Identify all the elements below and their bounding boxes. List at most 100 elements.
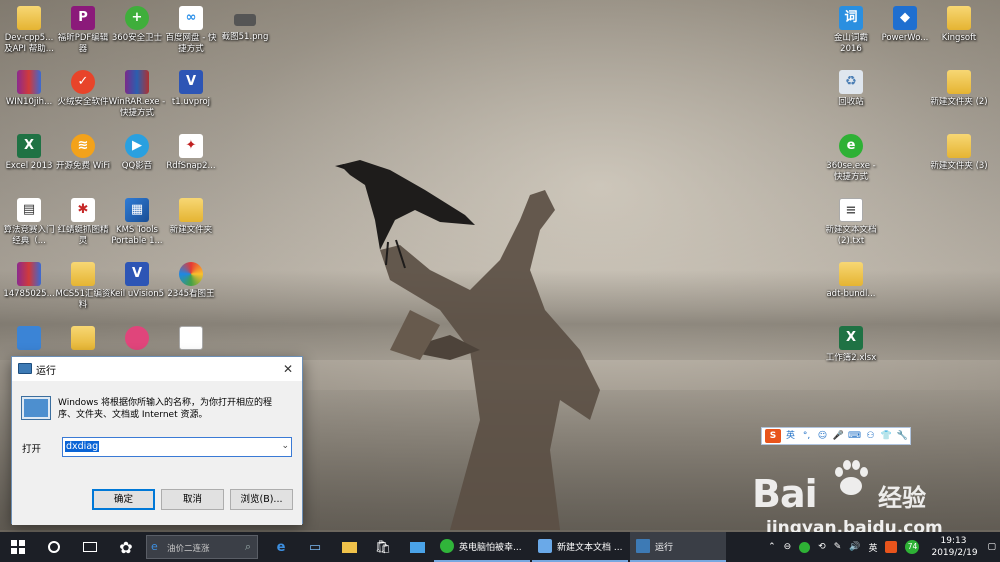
desktop-icon-baidu-netdisk[interactable]: ∞ 百度网盘 - 快捷方式	[162, 6, 220, 55]
image-file-icon	[234, 14, 256, 26]
desktop-icon-kingsoft-folder[interactable]: Kingsoft	[930, 6, 988, 44]
desktop-icon-new-folder-2[interactable]: 新建文件夹 (2)	[930, 70, 988, 108]
desktop-icon-qq-player[interactable]: ▶ QQ影音	[108, 134, 166, 172]
task-label: 新建文本文档 ...	[557, 542, 623, 553]
desktop-icon-keil-uvision5[interactable]: V Keil uVision5	[108, 262, 166, 300]
desktop-icon-new-folder-3[interactable]: 新建文件夹 (3)	[930, 134, 988, 172]
desktop-icon-2345-viewer[interactable]: 2345看图王	[162, 262, 220, 300]
taskbar-computer[interactable]: ▭	[298, 532, 332, 562]
security-badge[interactable]: 74	[905, 540, 920, 554]
keil-project-icon: V	[179, 70, 203, 94]
taskbar-store[interactable]: 🛍	[366, 532, 400, 562]
360-security-icon: +	[125, 6, 149, 30]
clock-date: 2019/2/19	[931, 548, 978, 558]
pen-icon[interactable]: ✎	[834, 542, 842, 552]
chevron-up-icon[interactable]: ⌃	[768, 542, 776, 552]
network-icon[interactable]: ⊖	[784, 542, 792, 552]
start-button[interactable]	[0, 532, 36, 562]
taskbar-pinned-app[interactable]: ✿	[108, 532, 144, 562]
run-dialog-body: Windows 将根据你所输入的名称，为你打开相应的程序、文件夹、文档或 Int…	[12, 381, 302, 525]
desktop-icon-rdfsnap[interactable]: ✦ RdfSnap2...	[162, 134, 220, 172]
run-command-value: dxdiag	[65, 441, 100, 452]
desktop-icon-360se[interactable]: e 360se.exe - 快捷方式	[822, 134, 880, 183]
punctuation-icon[interactable]: °,	[800, 429, 813, 443]
desktop-icon-archive-1478[interactable]: 14785025...	[0, 262, 58, 300]
taskbar-search-box[interactable]: e 油价二连涨 ⌕	[146, 535, 258, 559]
sogou-tray-icon[interactable]	[885, 541, 898, 553]
desktop-icon-algorithm-book[interactable]: ▤ 算法竞赛入门经典（...	[0, 198, 58, 247]
microphone-icon[interactable]: 🎤	[832, 429, 845, 443]
360-browser-icon: e	[839, 134, 863, 158]
ime-mode-toggle[interactable]: 英	[784, 429, 797, 443]
desktop-icon-mcs51[interactable]: MCS51汇编资料	[54, 262, 112, 311]
browse-button[interactable]: 浏览(B)...	[230, 489, 293, 510]
desktop-icon-dragonfly-capture[interactable]: ✱ 红蜻蜓抓图精灵	[54, 198, 112, 247]
360-tray-icon[interactable]	[799, 541, 811, 553]
huorong-icon: ✓	[71, 70, 95, 94]
desktop-icon-free-wifi[interactable]: ≋ 开源免费 WiFi	[54, 134, 112, 172]
desktop-icon-hidden-3[interactable]	[108, 326, 166, 353]
desktop-icon-huorong[interactable]: ✓ 火绒安全软件	[54, 70, 112, 108]
desktop-icon-workbook2[interactable]: X 工作簿2.xlsx	[822, 326, 880, 364]
desktop-icon-360-security[interactable]: +360安全卫士	[108, 6, 166, 44]
task-view-icon	[83, 542, 97, 552]
taskbar-task-1[interactable]: 英电脑怕被幸...	[434, 532, 530, 562]
wifi-icon: ≋	[71, 134, 95, 158]
volume-icon[interactable]: 🔊	[849, 542, 860, 552]
taskbar-remote[interactable]	[400, 532, 434, 562]
watermark-cn: 经验	[878, 484, 926, 512]
desktop-icon-new-text-doc[interactable]: ≡ 新建文本文档 (2).txt	[822, 198, 880, 247]
desktop-icon-devcpp[interactable]: Dev-cpp5... 及API 帮助...	[0, 6, 58, 55]
desktop-icon-win10-archive[interactable]: WIN10jih...	[0, 70, 58, 108]
run-command-input[interactable]: dxdiag ⌄	[62, 437, 292, 457]
run-icon	[18, 363, 32, 374]
skin-icon[interactable]: 👕	[880, 429, 893, 443]
folder-icon	[179, 198, 203, 222]
sync-icon[interactable]: ⟲	[818, 542, 826, 552]
computer-icon: ▭	[308, 539, 322, 555]
desktop-icon-keil-project[interactable]: Vt1.uvproj	[162, 70, 220, 108]
tools-icon[interactable]: 🔧	[896, 429, 909, 443]
task-label: 运行	[655, 542, 674, 553]
kms-tools-icon: ▦	[125, 198, 149, 222]
clover-icon: ✿	[119, 537, 133, 557]
desktop-icon-kingsoft-dict[interactable]: 词金山词霸 2016	[822, 6, 880, 55]
desktop-icon-recycle-bin[interactable]: ♻ 回收站	[822, 70, 880, 108]
taskbar-task-2[interactable]: 新建文本文档 ...	[532, 532, 628, 562]
store-icon: 🛍	[374, 539, 392, 555]
close-button[interactable]: ✕	[274, 357, 302, 381]
search-icon[interactable]: ⌕	[245, 540, 251, 554]
user-icon[interactable]: ⚇	[864, 429, 877, 443]
desktop-icon-adt-bundle[interactable]: adt-bundl...	[822, 262, 880, 300]
ok-button[interactable]: 确定	[92, 489, 155, 510]
taskbar-file-explorer[interactable]	[332, 532, 366, 562]
emoji-icon[interactable]: ☺	[816, 429, 829, 443]
task-view-button[interactable]	[72, 532, 108, 562]
text-file-icon: ≡	[839, 198, 863, 222]
cancel-button[interactable]: 取消	[161, 489, 224, 510]
notification-icon[interactable]: ▢	[987, 542, 996, 552]
archive-icon	[17, 70, 41, 94]
desktop-icon-screenshot-png[interactable]: 截图51.png	[216, 6, 274, 43]
desktop-icon-hidden-1[interactable]	[0, 326, 58, 353]
chevron-down-icon[interactable]: ⌄	[281, 441, 289, 451]
ime-tray-label[interactable]: 英	[868, 541, 877, 554]
sogou-logo-icon[interactable]: S	[765, 429, 781, 443]
taskbar-edge[interactable]: e	[264, 532, 298, 562]
taskbar-task-3[interactable]: 运行	[630, 532, 726, 562]
app-icon	[125, 326, 149, 350]
desktop-icon-hidden-4[interactable]	[162, 326, 220, 353]
desktop-icon-new-folder[interactable]: 新建文件夹	[162, 198, 220, 236]
keyboard-icon[interactable]: ⌨	[848, 429, 861, 443]
desktop-icon-excel-2013[interactable]: X Excel 2013	[0, 134, 58, 172]
archive-icon	[17, 262, 41, 286]
baidu-jingyan-watermark: Bai 经验 jingyan.baidu.com	[752, 458, 992, 538]
desktop-icon-kms-tools[interactable]: ▦ KMS Tools Portable 1...	[108, 198, 166, 247]
desktop-icon-winrar[interactable]: WinRAR.exe - 快捷方式	[108, 70, 166, 119]
desktop-icon-hidden-2[interactable]	[54, 326, 112, 353]
desktop-icon-pdf-editor[interactable]: P 福昕PDF编辑器	[54, 6, 112, 55]
cortana-button[interactable]	[36, 532, 72, 562]
clock[interactable]: 19:13 2019/2/19	[927, 535, 979, 559]
run-dialog-titlebar[interactable]: 运行 ✕	[12, 357, 302, 381]
desktop-icon-powerword[interactable]: ◆ PowerWo...	[876, 6, 934, 44]
